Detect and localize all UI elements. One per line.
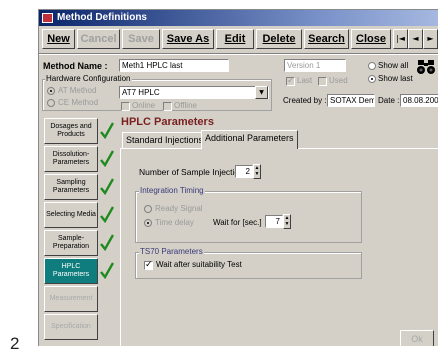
created-by-field: SOTAX Demo [327, 94, 375, 107]
section-title: HPLC Parameters [121, 116, 214, 128]
date-label: Date : [378, 96, 400, 105]
last-label: Last [297, 76, 313, 85]
created-by-label: Created by : [283, 96, 327, 105]
method-name-label: Method Name : [43, 61, 108, 71]
save-as-button[interactable]: Save As [162, 29, 214, 49]
integration-timing-group [135, 191, 362, 243]
nav-selecting-media[interactable]: Selecting Media [44, 202, 98, 228]
wait-for-stepper[interactable]: ▲ ▼ [283, 214, 291, 229]
time-delay-radio[interactable] [144, 219, 152, 227]
sample-injections-stepper[interactable]: ▲ ▼ [253, 164, 261, 179]
tab-additional-parameters[interactable]: Additional Parameters [201, 130, 298, 149]
nav-dosages-products[interactable]: Dosages and Products [44, 118, 98, 144]
cancel-button[interactable]: Cancel [77, 29, 120, 49]
last-checkbox[interactable]: ✓ [286, 75, 295, 86]
nav-sample-preparation[interactable]: Sample-Preparation [44, 230, 98, 256]
method-name-field[interactable]: Meth1 HPLC last [119, 59, 229, 72]
wait-after-suitability-checkbox[interactable]: ✓ [144, 259, 153, 270]
online-label: Online [132, 101, 156, 110]
title-bar: Method Definitions [39, 10, 438, 26]
ready-signal-radio[interactable] [144, 205, 152, 213]
show-all-radio[interactable] [368, 62, 376, 70]
tab-standard-injections[interactable]: Standard Injections [122, 132, 208, 148]
used-checkbox[interactable] [318, 77, 327, 86]
ce-method-radio[interactable] [47, 99, 55, 107]
nav-prev-button[interactable]: ◄ [408, 29, 423, 49]
binoculars-icon[interactable] [416, 59, 436, 75]
wait-for-field[interactable]: 7 [265, 215, 283, 228]
window-title: Method Definitions [57, 12, 147, 23]
ok-button[interactable]: Ok [400, 330, 434, 346]
nav-specification[interactable]: Specification [44, 314, 98, 340]
check-icon [100, 262, 114, 280]
ts70-parameters-title: TS70 Parameters [139, 247, 204, 256]
nav-hplc-parameters[interactable]: HPLC Parameters [44, 258, 98, 284]
app-icon [42, 13, 53, 23]
show-last-radio[interactable] [368, 75, 376, 83]
method-definitions-window: Method Definitions New Cancel Save Save … [38, 9, 438, 346]
offline-label: Offline [174, 101, 197, 110]
nav-first-button[interactable]: |◄ [393, 29, 408, 49]
save-button[interactable]: Save [122, 29, 160, 49]
at-method-radio[interactable] [47, 87, 55, 95]
delete-button[interactable]: Delete [256, 29, 302, 49]
at-method-label: AT Method [58, 86, 97, 95]
offline-checkbox[interactable] [163, 102, 172, 111]
nav-sampling-parameters[interactable]: Sampling Parameters [44, 174, 98, 200]
check-icon [100, 234, 114, 252]
wait-for-label: Wait for [sec.] [213, 218, 262, 227]
page-number: 2 [10, 334, 20, 353]
method-header: Method Name : Meth1 HPLC last Hardware C… [39, 55, 438, 113]
ready-signal-label: Ready Signal [155, 204, 203, 213]
hardware-dropdown-icon[interactable]: ▼ [255, 86, 268, 99]
check-icon [100, 178, 114, 196]
ce-method-label: CE Method [58, 98, 99, 107]
show-last-label: Show last [378, 74, 413, 83]
hplc-content: HPLC Parameters Standard Injections Addi… [117, 113, 438, 346]
time-delay-label: Time delay [155, 218, 194, 227]
date-field: 08.08.2000 [400, 94, 438, 107]
sample-injections-label: Number of Sample Injections [139, 167, 249, 177]
search-button[interactable]: Search [304, 29, 349, 49]
nav-next-button[interactable]: ► [423, 29, 438, 49]
version-field[interactable]: Version 1 [284, 59, 346, 72]
check-icon [100, 150, 114, 168]
online-checkbox[interactable] [121, 102, 130, 111]
edit-button[interactable]: Edit [216, 29, 254, 49]
hardware-config-label: Hardware Configuration [45, 74, 132, 83]
wait-after-suitability-label: Wait after suitability Test [156, 260, 242, 269]
nav-measurement[interactable]: Measurement [44, 286, 98, 312]
show-all-label: Show all [378, 61, 409, 70]
check-icon [100, 206, 114, 224]
toolbar: New Cancel Save Save As Edit Delete Sear… [39, 26, 438, 54]
hardware-select[interactable]: AT7 HPLC [119, 86, 269, 99]
used-label: Used [329, 76, 348, 85]
integration-timing-title: Integration Timing [139, 186, 205, 195]
nav-dissolution-parameters[interactable]: Dissolution-Parameters [44, 146, 98, 172]
sample-injections-field[interactable]: 2 [235, 165, 253, 178]
left-nav: Dosages and Products Dissolution-Paramet… [39, 113, 117, 346]
check-icon [100, 122, 114, 140]
close-button[interactable]: Close [351, 29, 391, 49]
new-button[interactable]: New [42, 29, 75, 49]
